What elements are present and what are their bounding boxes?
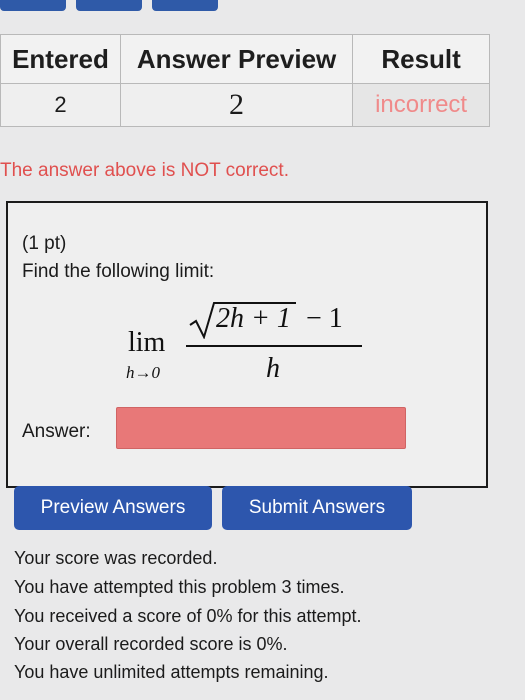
top-tab-3[interactable] xyxy=(152,0,218,11)
denominator: h xyxy=(266,353,280,384)
header-answer-preview: Answer Preview xyxy=(119,34,354,84)
top-tab-strip xyxy=(0,0,525,14)
problem-points: (1 pt) xyxy=(22,233,67,254)
score-message-attempts: You have attempted this problem 3 times. xyxy=(14,577,345,597)
top-tab-2[interactable] xyxy=(76,0,142,11)
fraction-bar xyxy=(186,345,362,347)
header-result: Result xyxy=(352,34,490,84)
numerator-radicand: 2h + 1 xyxy=(216,303,291,334)
score-message-remaining: You have unlimited attempts remaining. xyxy=(14,662,329,682)
lim-subscript: h→0 xyxy=(126,363,160,382)
problem-box: (1 pt) Find the following limit: lim h→0… xyxy=(6,201,488,488)
score-message-overall: Your overall recorded score is 0%. xyxy=(14,634,288,654)
score-message-recorded: Your score was recorded. xyxy=(14,548,218,568)
table-header-row: Entered Answer Preview Result xyxy=(0,34,490,84)
answer-input[interactable] xyxy=(116,407,406,449)
preview-answers-button[interactable]: Preview Answers xyxy=(14,486,212,530)
entered-cell: 2 xyxy=(0,83,121,127)
result-cell: incorrect xyxy=(352,83,490,127)
problem-prompt: Find the following limit: xyxy=(22,261,215,282)
limit-expression: lim h→0 2h + 1 − 1 h xyxy=(118,297,388,387)
incorrect-warning: The answer above is NOT correct. xyxy=(0,160,289,181)
numerator-rest: − 1 xyxy=(306,303,343,334)
answer-label: Answer: xyxy=(22,421,91,442)
attempt-results-table: Entered Answer Preview Result 2 2 incorr… xyxy=(0,34,490,127)
top-tab-1[interactable] xyxy=(0,0,66,11)
header-entered: Entered xyxy=(0,34,121,84)
score-message-attempt-score: You received a score of 0% for this atte… xyxy=(14,606,362,626)
answer-preview-cell: 2 xyxy=(119,83,354,127)
submit-answers-button[interactable]: Submit Answers xyxy=(222,486,412,530)
table-row: 2 2 incorrect xyxy=(0,83,490,127)
lim-operator: lim xyxy=(128,327,166,358)
